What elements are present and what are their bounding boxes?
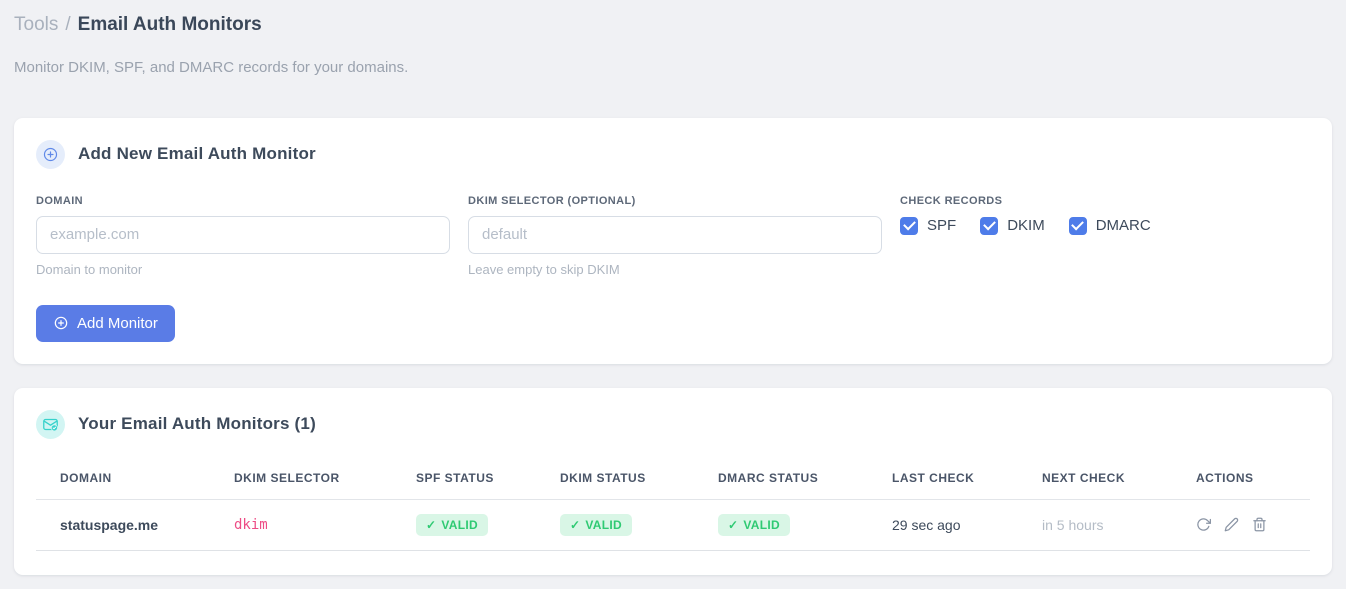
dkim-checkbox[interactable]	[980, 216, 999, 235]
dkim-status-label: VALID	[585, 517, 622, 532]
check-records-options: SPF DKIM DMARC	[900, 216, 1310, 235]
dkim-checkbox-label: DKIM	[1007, 217, 1045, 235]
envelope-check-icon	[36, 409, 65, 439]
table-row: statuspage.me dkim ✓ VALID ✓ VALID ✓ VAL…	[36, 499, 1310, 551]
monitor-next-check: in 5 hours	[1018, 499, 1172, 551]
dkim-selector-field-group: DKIM SELECTOR (OPTIONAL) Leave empty to …	[468, 195, 882, 277]
column-header-actions: ACTIONS	[1172, 458, 1310, 500]
dkim-checkbox-group[interactable]: DKIM	[980, 216, 1045, 235]
dmarc-checkbox-group[interactable]: DMARC	[1068, 216, 1151, 235]
add-monitor-card-title: Add New Email Auth Monitor	[78, 144, 316, 164]
monitors-list-card: Your Email Auth Monitors (1) DOMAIN DKIM…	[14, 387, 1332, 575]
check-records-label: CHECK RECORDS	[900, 194, 1003, 207]
add-monitor-button-label: Add Monitor	[77, 314, 158, 332]
spf-checkbox-group[interactable]: SPF	[900, 216, 957, 235]
dkim-selector-field-helper: Leave empty to skip DKIM	[468, 261, 620, 277]
dmarc-checkbox-label: DMARC	[1095, 217, 1151, 235]
monitors-card-title: Your Email Auth Monitors (1)	[78, 414, 316, 434]
add-monitor-card-header: Add New Email Auth Monitor	[36, 139, 1310, 169]
spf-checkbox[interactable]	[900, 216, 918, 235]
column-header-dkim-selector: DKIM SELECTOR	[210, 458, 392, 500]
page-subtitle: Monitor DKIM, SPF, and DMARC records for…	[14, 58, 409, 76]
monitor-last-check: 29 sec ago	[868, 499, 1018, 551]
add-monitor-card: Add New Email Auth Monitor DOMAIN Domain…	[14, 117, 1332, 364]
email-auth-monitors-page: Tools / Email Auth Monitors Monitor DKIM, …	[0, 0, 1346, 589]
monitors-table: DOMAIN DKIM SELECTOR SPF STATUS DKIM STA…	[36, 458, 1310, 551]
domain-field-label: DOMAIN	[36, 194, 84, 207]
edit-button[interactable]	[1224, 517, 1239, 532]
dmarc-status-cell: ✓ VALID	[694, 499, 868, 551]
dkim-status-badge: ✓ VALID	[560, 513, 632, 536]
spf-checkbox-label: SPF	[927, 217, 957, 235]
check-icon: ✓	[570, 517, 581, 532]
table-header-row: DOMAIN DKIM SELECTOR SPF STATUS DKIM STA…	[36, 458, 1310, 500]
column-header-spf-status: SPF STATUS	[392, 458, 536, 500]
monitor-domain: statuspage.me	[36, 499, 210, 551]
spf-status-cell: ✓ VALID	[392, 499, 536, 551]
domain-input[interactable]	[36, 215, 450, 254]
dkim-status-cell: ✓ VALID	[536, 499, 694, 551]
column-header-last-check: LAST CHECK	[868, 458, 1018, 500]
breadcrumb-tools-link[interactable]: Tools	[14, 14, 58, 35]
breadcrumb: Tools / Email Auth Monitors	[14, 10, 1332, 39]
add-monitor-button[interactable]: Add Monitor	[36, 304, 175, 342]
column-header-dmarc-status: DMARC STATUS	[694, 458, 868, 500]
delete-button[interactable]	[1252, 517, 1267, 532]
dmarc-status-badge: ✓ VALID	[718, 513, 790, 536]
check-records-group: CHECK RECORDS SPF DKIM DMARC	[900, 195, 1310, 235]
spf-status-label: VALID	[441, 517, 478, 532]
column-header-domain: DOMAIN	[36, 458, 210, 500]
delete-icon	[1252, 517, 1267, 532]
domain-field-group: DOMAIN Domain to monitor	[36, 195, 450, 277]
dkim-selector-field-label: DKIM SELECTOR (OPTIONAL)	[468, 194, 636, 207]
dkim-selector-input[interactable]	[468, 215, 882, 254]
spf-status-badge: ✓ VALID	[416, 513, 488, 536]
domain-field-helper: Domain to monitor	[36, 261, 143, 277]
check-icon: ✓	[728, 517, 739, 532]
column-header-dkim-status: DKIM STATUS	[536, 458, 694, 500]
edit-icon	[1224, 517, 1239, 532]
page-title: Email Auth Monitors	[77, 14, 262, 35]
breadcrumb-separator: /	[65, 14, 71, 35]
monitors-card-header: Your Email Auth Monitors (1)	[36, 409, 1310, 439]
check-icon: ✓	[426, 517, 437, 532]
plus-circle-icon	[36, 139, 65, 169]
dmarc-status-label: VALID	[743, 517, 780, 532]
actions-cell	[1172, 499, 1310, 551]
add-monitor-form: DOMAIN Domain to monitor DKIM SELECTOR (…	[36, 195, 1310, 277]
dmarc-checkbox[interactable]	[1068, 216, 1087, 235]
refresh-icon	[1196, 517, 1211, 532]
monitor-dkim-selector: dkim	[210, 499, 392, 551]
column-header-next-check: NEXT CHECK	[1018, 458, 1172, 500]
plus-circle-icon	[53, 315, 69, 331]
refresh-button[interactable]	[1196, 517, 1211, 532]
